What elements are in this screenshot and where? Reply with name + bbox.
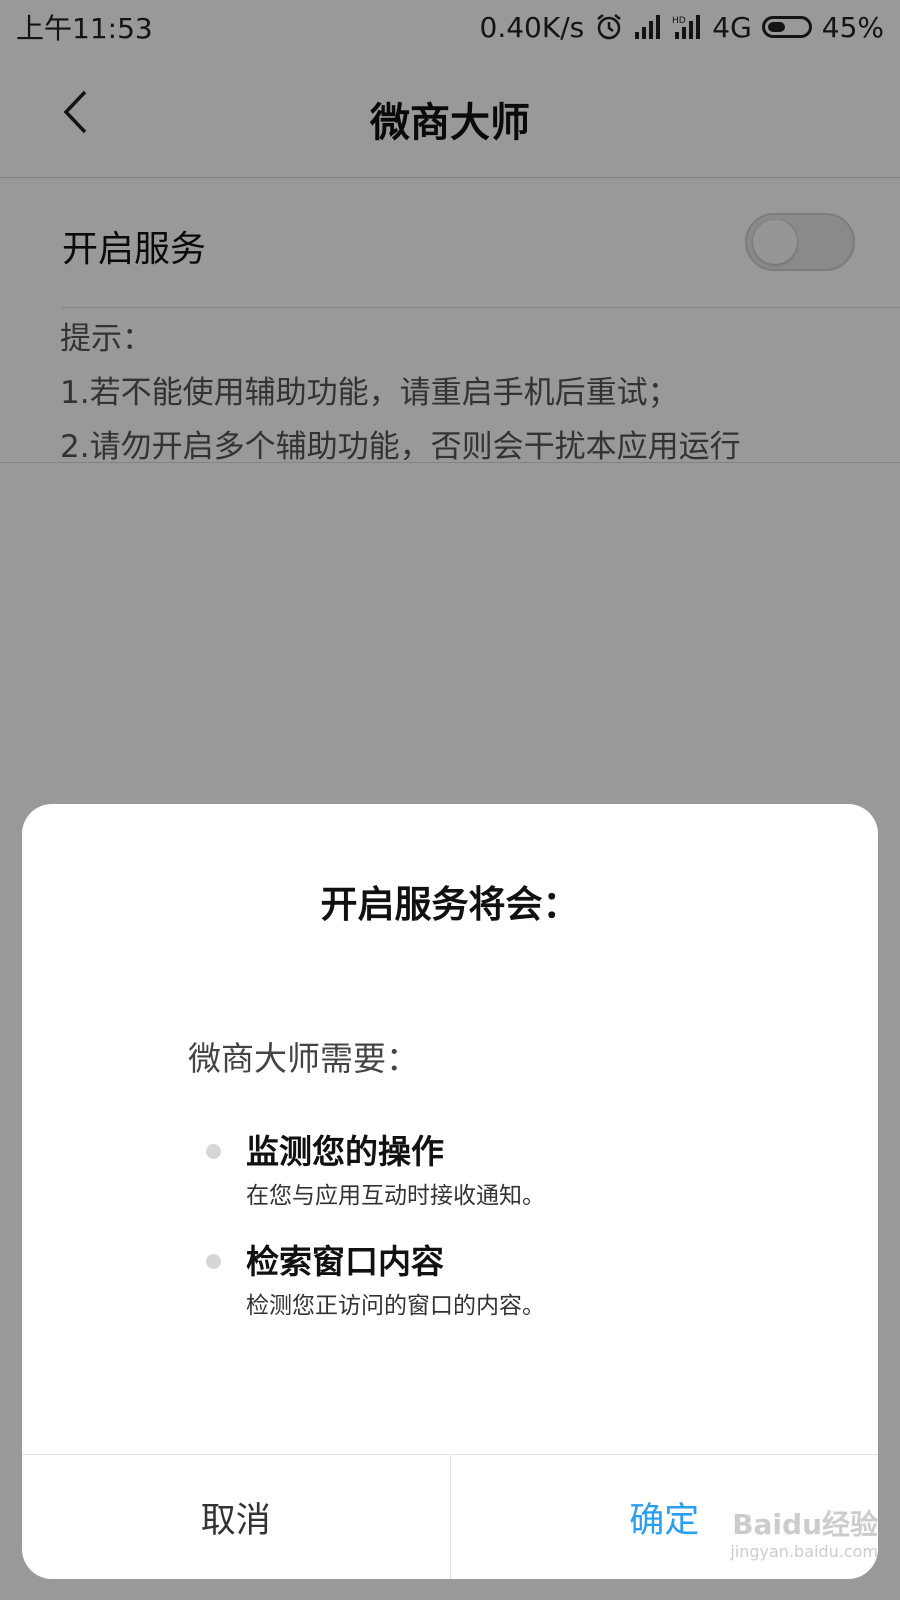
dialog-footer: 取消 确定 [22, 1454, 878, 1579]
bullet-icon [206, 1144, 221, 1159]
list-item: 检索窗口内容 检测您正访问的窗口的内容。 [206, 1238, 806, 1326]
bullet-icon [206, 1254, 221, 1269]
permission-dialog: 开启服务将会： 微商大师需要： 监测您的操作 在您与应用互动时接收通知。 检索窗… [22, 804, 878, 1579]
permission-description: 检测您正访问的窗口的内容。 [246, 1293, 545, 1319]
screen: 上午11:53 0.40K/s HD 4G 45% 微商大师 开启服务 提示： … [0, 0, 900, 1600]
permission-description: 在您与应用互动时接收通知。 [246, 1183, 545, 1209]
permission-title: 监测您的操作 [246, 1132, 444, 1171]
permission-list: 监测您的操作 在您与应用互动时接收通知。 检索窗口内容 检测您正访问的窗口的内容… [206, 1128, 806, 1348]
dialog-intro: 微商大师需要： [188, 1039, 419, 1078]
permission-title: 检索窗口内容 [246, 1242, 444, 1281]
cancel-button[interactable]: 取消 [22, 1455, 451, 1579]
dialog-title: 开启服务将会： [320, 883, 580, 926]
list-item: 监测您的操作 在您与应用互动时接收通知。 [206, 1128, 806, 1216]
confirm-button[interactable]: 确定 [451, 1455, 879, 1579]
